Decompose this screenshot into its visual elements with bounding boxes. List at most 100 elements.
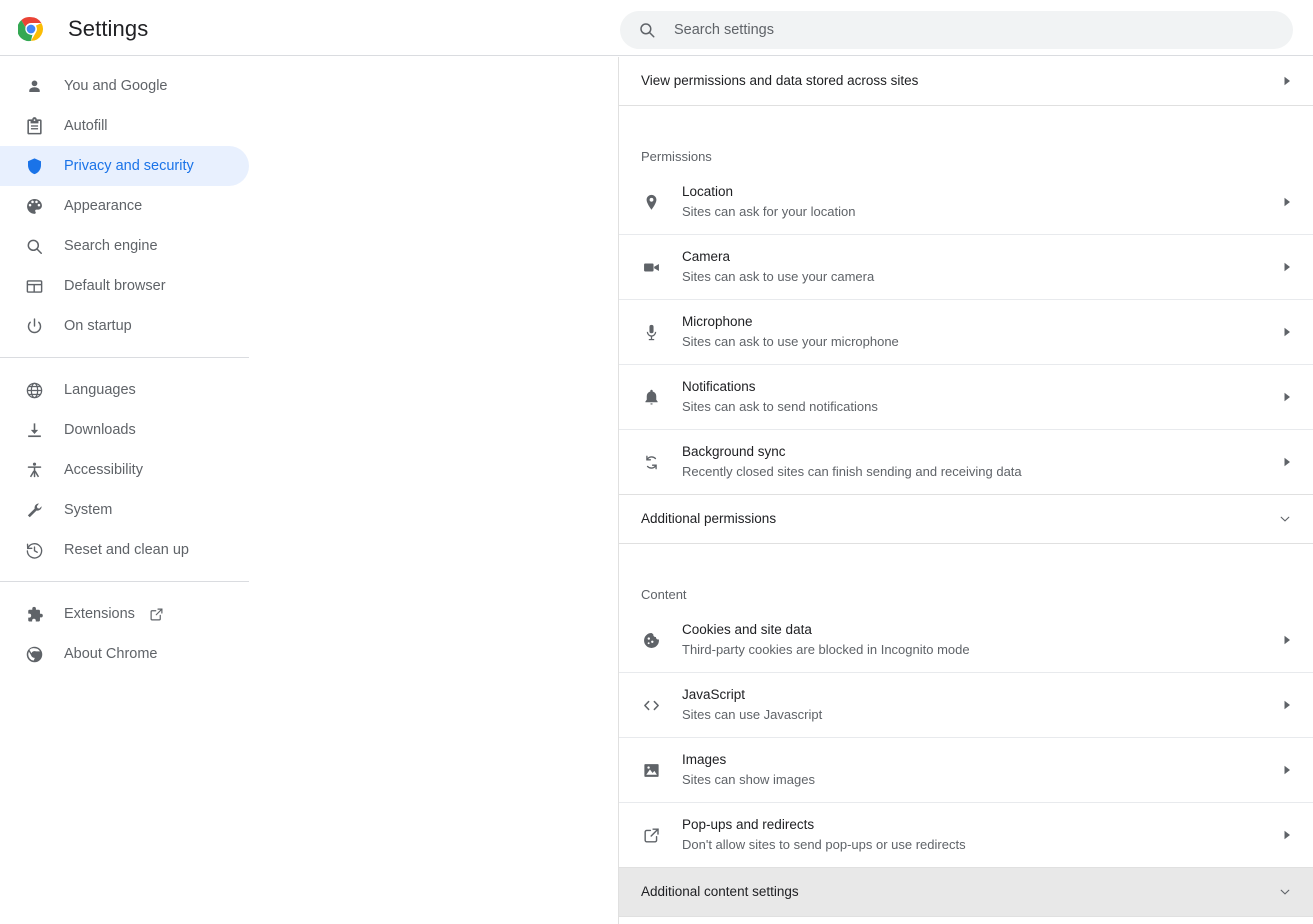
row-title: Additional permissions (641, 510, 1278, 528)
settings-sidebar: You and Google Autofill Privacy and secu… (0, 57, 300, 924)
sidebar-item-autofill[interactable]: Autofill (0, 106, 249, 146)
sidebar-item-label: Languages (64, 380, 136, 400)
content-title: Images (682, 752, 726, 767)
page-title: Settings (68, 17, 148, 41)
sidebar-item-search-engine[interactable]: Search engine (0, 226, 249, 266)
bell-icon (641, 387, 661, 407)
sidebar-item-reset-and-clean-up[interactable]: Reset and clean up (0, 530, 249, 570)
arrow-right-icon (1282, 455, 1292, 469)
permission-subtitle: Recently closed sites can finish sending… (682, 462, 1282, 482)
section-label-permissions: Permissions (619, 128, 1313, 170)
shield-icon (24, 156, 44, 176)
section-spacer-content (619, 544, 1313, 566)
permission-row-camera[interactable]: Camera Sites can ask to use your camera (619, 235, 1313, 300)
sidebar-item-appearance[interactable]: Appearance (0, 186, 249, 226)
sidebar-item-label: You and Google (64, 76, 167, 96)
image-icon (641, 760, 661, 780)
location-pin-icon (641, 192, 661, 212)
search-settings-box[interactable] (620, 11, 1293, 49)
sidebar-item-label: Extensions (64, 604, 135, 624)
sidebar-item-about-chrome[interactable]: About Chrome (0, 634, 249, 674)
arrow-right-icon (1282, 633, 1292, 647)
content-subtitle: Don't allow sites to send pop-ups or use… (682, 835, 1282, 855)
sidebar-item-system[interactable]: System (0, 490, 249, 530)
sidebar-item-on-startup[interactable]: On startup (0, 306, 249, 346)
permission-row-microphone[interactable]: Microphone Sites can ask to use your mic… (619, 300, 1313, 365)
accessibility-icon (24, 460, 44, 480)
content-row-cookies-and-site-data[interactable]: Cookies and site data Third-party cookie… (619, 608, 1313, 673)
arrow-right-icon (1282, 260, 1292, 274)
sidebar-item-accessibility[interactable]: Accessibility (0, 450, 249, 490)
content-text: JavaScript Sites can use Javascript (682, 685, 1282, 725)
row-title: Additional content settings (641, 883, 1278, 901)
settings-content: View permissions and data stored across … (618, 57, 1313, 924)
power-icon (24, 316, 44, 336)
permission-title: Microphone (682, 314, 753, 329)
permission-title: Notifications (682, 379, 756, 394)
cookie-icon (641, 630, 661, 650)
expand-row-additional-permissions[interactable]: Additional permissions (619, 495, 1313, 543)
palette-icon (24, 196, 44, 216)
view-permissions-card: View permissions and data stored across … (619, 57, 1313, 106)
row-title: View permissions and data stored across … (641, 72, 1282, 90)
sidebar-item-label: Appearance (64, 196, 142, 216)
settings-header: Settings (0, 0, 1313, 56)
content-row-javascript[interactable]: JavaScript Sites can use Javascript (619, 673, 1313, 738)
sidebar-item-downloads[interactable]: Downloads (0, 410, 249, 450)
section-label-content: Content (619, 566, 1313, 608)
sidebar-item-languages[interactable]: Languages (0, 370, 249, 410)
sidebar-item-label: Accessibility (64, 460, 143, 480)
content-row-images[interactable]: Images Sites can show images (619, 738, 1313, 803)
content-text: Cookies and site data Third-party cookie… (682, 620, 1282, 660)
permission-text: Background sync Recently closed sites ca… (682, 442, 1282, 482)
chevron-down-icon (1278, 512, 1292, 526)
history-restore-icon (24, 540, 44, 560)
content-text: Images Sites can show images (682, 750, 1282, 790)
arrow-right-icon (1282, 828, 1292, 842)
sidebar-item-label: On startup (64, 316, 132, 336)
permission-text: Camera Sites can ask to use your camera (682, 247, 1282, 287)
sidebar-item-label: Downloads (64, 420, 136, 440)
sidebar-item-label: About Chrome (64, 644, 158, 664)
sidebar-item-you-and-google[interactable]: You and Google (0, 66, 249, 106)
permission-subtitle: Sites can ask to use your camera (682, 267, 1282, 287)
permission-row-notifications[interactable]: Notifications Sites can ask to send noti… (619, 365, 1313, 430)
content-row-popups-and-redirects[interactable]: Pop-ups and redirects Don't allow sites … (619, 803, 1313, 868)
sync-icon (641, 452, 661, 472)
arrow-right-icon (1282, 325, 1292, 339)
content-subtitle: Third-party cookies are blocked in Incog… (682, 640, 1282, 660)
sidebar-item-label: Search engine (64, 236, 158, 256)
row-view-permissions-and-data[interactable]: View permissions and data stored across … (619, 57, 1313, 105)
permission-row-background-sync[interactable]: Background sync Recently closed sites ca… (619, 430, 1313, 495)
section-spacer-permissions (619, 106, 1313, 128)
code-brackets-icon (641, 695, 661, 715)
sidebar-divider-1 (0, 357, 249, 358)
sidebar-item-extensions[interactable]: Extensions (0, 594, 249, 634)
search-input[interactable] (656, 11, 1293, 49)
sidebar-item-label: Default browser (64, 276, 166, 296)
permission-subtitle: Sites can ask to send notifications (682, 397, 1282, 417)
sidebar-item-default-browser[interactable]: Default browser (0, 266, 249, 306)
clipboard-icon (24, 116, 44, 136)
browser-window-icon (24, 276, 44, 296)
content-subtitle: Sites can use Javascript (682, 705, 1282, 725)
search-icon (638, 21, 656, 39)
chrome-logo (18, 16, 44, 42)
content-title: JavaScript (682, 687, 745, 702)
content-text: Pop-ups and redirects Don't allow sites … (682, 815, 1282, 855)
sidebar-item-privacy-and-security[interactable]: Privacy and security (0, 146, 249, 186)
microphone-icon (641, 322, 661, 342)
wrench-icon (24, 500, 44, 520)
expand-row-additional-content-settings[interactable]: Additional content settings (619, 868, 1313, 916)
permission-row-location[interactable]: Location Sites can ask for your location (619, 170, 1313, 235)
permission-title: Background sync (682, 444, 786, 459)
content-title: Cookies and site data (682, 622, 812, 637)
sidebar-item-label: Autofill (64, 116, 108, 136)
arrow-right-icon (1282, 74, 1292, 88)
sidebar-item-label: System (64, 500, 112, 520)
puzzle-icon (24, 604, 44, 624)
content-title: Pop-ups and redirects (682, 817, 814, 832)
sidebar-divider-2 (0, 581, 249, 582)
arrow-right-icon (1282, 390, 1292, 404)
download-icon (24, 420, 44, 440)
